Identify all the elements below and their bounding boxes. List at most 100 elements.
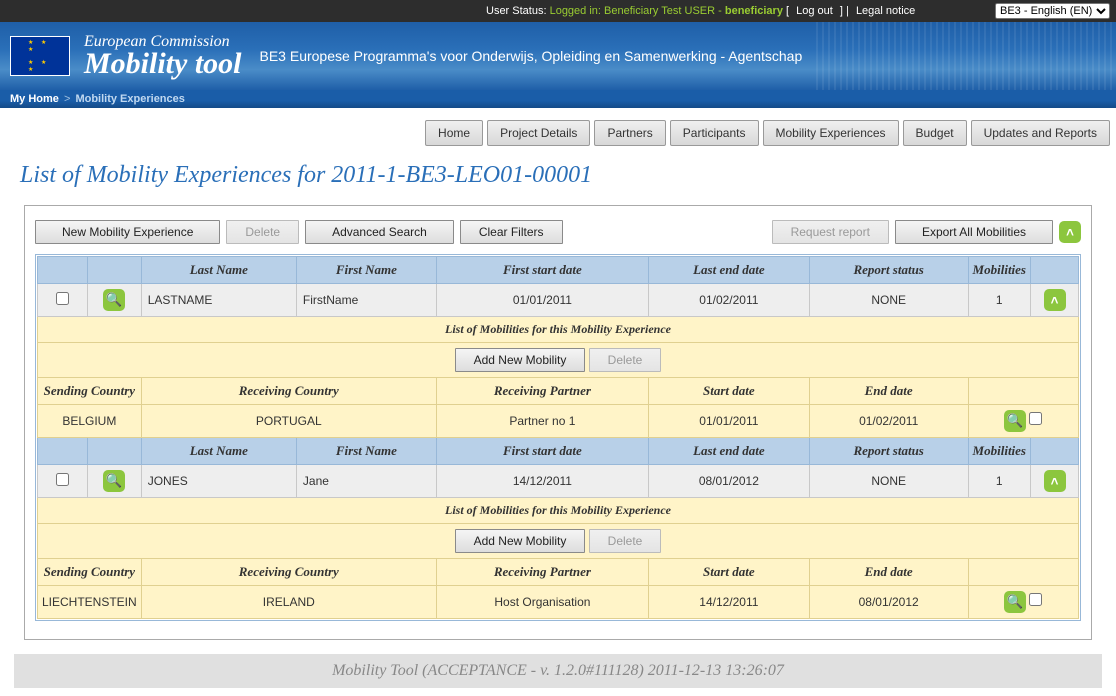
advanced-search-button[interactable]: Advanced Search: [305, 220, 454, 244]
cell-first-name: FirstName: [296, 284, 436, 317]
cell-report-status: NONE: [809, 284, 968, 317]
add-new-mobility-button[interactable]: Add New Mobility: [455, 529, 586, 553]
delete-button[interactable]: Delete: [226, 220, 299, 244]
logout-link[interactable]: Log out: [796, 5, 833, 17]
col-receiving-country: Receiving Country: [141, 378, 436, 405]
breadcrumb-sep: >: [64, 93, 73, 105]
cell-end: 01/02/2011: [809, 405, 968, 438]
view-mobility-icon[interactable]: 🔍: [1004, 591, 1026, 613]
sub-delete-button[interactable]: Delete: [589, 348, 662, 372]
col-first-name: First Name: [296, 438, 436, 465]
view-mobility-icon[interactable]: 🔍: [1004, 410, 1026, 432]
export-all-mobilities-button[interactable]: Export All Mobilities: [895, 220, 1053, 244]
col-receiving-country: Receiving Country: [141, 559, 436, 586]
sub-delete-button[interactable]: Delete: [589, 529, 662, 553]
col-mobilities: Mobilities: [968, 257, 1030, 284]
data-table: Last Name First Name First start date La…: [35, 254, 1081, 621]
collapse-row-icon[interactable]: ˄: [1044, 470, 1066, 492]
sub-header-row: Sending Country Receiving Country Receiv…: [38, 378, 1079, 405]
tab-budget[interactable]: Budget: [903, 120, 967, 146]
cell-last-name: LASTNAME: [141, 284, 296, 317]
cell-first-name: Jane: [296, 465, 436, 498]
cell-partner: Partner no 1: [436, 405, 648, 438]
collapse-all-icon[interactable]: ˄: [1059, 221, 1081, 243]
cell-first-start: 01/01/2011: [436, 284, 648, 317]
view-icon[interactable]: 🔍: [103, 289, 125, 311]
legal-notice-link[interactable]: Legal notice: [856, 5, 915, 17]
col-receiving-partner: Receiving Partner: [436, 559, 648, 586]
cell-first-start: 14/12/2011: [436, 465, 648, 498]
sub-section-title: List of Mobilities for this Mobility Exp…: [38, 498, 1079, 524]
request-report-button[interactable]: Request report: [772, 220, 889, 244]
breadcrumb-current: Mobility Experiences: [75, 93, 184, 105]
cell-sending: BELGIUM: [38, 405, 142, 438]
col-last-end: Last end date: [648, 438, 809, 465]
tab-partners[interactable]: Partners: [594, 120, 665, 146]
tab-project-details[interactable]: Project Details: [487, 120, 590, 146]
col-sending-country: Sending Country: [38, 378, 142, 405]
cell-last-end: 08/01/2012: [648, 465, 809, 498]
col-first-name: First Name: [296, 257, 436, 284]
agency-name: BE3 Europese Programma's voor Onderwijs,…: [260, 48, 803, 64]
table-row: 🔍 LASTNAME FirstName 01/01/2011 01/02/20…: [38, 284, 1079, 317]
add-new-mobility-button[interactable]: Add New Mobility: [455, 348, 586, 372]
status-role: beneficiary: [725, 5, 783, 17]
col-last-name: Last Name: [141, 438, 296, 465]
col-last-end: Last end date: [648, 257, 809, 284]
sub-row-checkbox[interactable]: [1029, 593, 1042, 606]
status-logged-in: Logged in: Beneficiary Test USER -: [550, 5, 725, 17]
nav-tabs: Home Project Details Partners Participan…: [0, 108, 1116, 152]
row-checkbox[interactable]: [56, 292, 69, 305]
cell-report-status: NONE: [809, 465, 968, 498]
table-row: 🔍 JONES Jane 14/12/2011 08/01/2012 NONE …: [38, 465, 1079, 498]
cell-mobilities: 1: [968, 465, 1030, 498]
sub-section-title: List of Mobilities for this Mobility Exp…: [38, 317, 1079, 343]
header-banner: European Commission Mobility tool BE3 Eu…: [0, 22, 1116, 90]
status-prefix: User Status:: [486, 5, 550, 17]
table-header-row: Last Name First Name First start date La…: [38, 438, 1079, 465]
cell-start: 01/01/2011: [648, 405, 809, 438]
view-icon[interactable]: 🔍: [103, 470, 125, 492]
bracket: [: [786, 5, 792, 17]
col-first-start: First start date: [436, 257, 648, 284]
breadcrumb-home[interactable]: My Home: [10, 93, 59, 105]
sub-header-row: Sending Country Receiving Country Receiv…: [38, 559, 1079, 586]
banner-titles: European Commission Mobility tool: [84, 33, 242, 79]
col-mobilities: Mobilities: [968, 438, 1030, 465]
tab-mobility-experiences[interactable]: Mobility Experiences: [763, 120, 899, 146]
tab-home[interactable]: Home: [425, 120, 483, 146]
col-report-status: Report status: [809, 438, 968, 465]
cell-sending: LIECHTENSTEIN: [38, 586, 142, 619]
new-mobility-experience-button[interactable]: New Mobility Experience: [35, 220, 220, 244]
toolbar: New Mobility Experience Delete Advanced …: [35, 220, 1081, 244]
topbar: User Status: Logged in: Beneficiary Test…: [0, 0, 1116, 22]
language-select[interactable]: BE3 - English (EN): [995, 3, 1110, 19]
collapse-row-icon[interactable]: ˄: [1044, 289, 1066, 311]
sub-row-checkbox[interactable]: [1029, 412, 1042, 425]
content-panel: New Mobility Experience Delete Advanced …: [24, 205, 1092, 640]
cell-last-end: 01/02/2011: [648, 284, 809, 317]
tab-updates-reports[interactable]: Updates and Reports: [971, 120, 1110, 146]
cell-start: 14/12/2011: [648, 586, 809, 619]
cell-receiving: PORTUGAL: [141, 405, 436, 438]
cell-last-name: JONES: [141, 465, 296, 498]
cell-end: 08/01/2012: [809, 586, 968, 619]
row-checkbox[interactable]: [56, 473, 69, 486]
tab-participants[interactable]: Participants: [670, 120, 759, 146]
table-header-row: Last Name First Name First start date La…: [38, 257, 1079, 284]
sub-row: BELGIUM PORTUGAL Partner no 1 01/01/2011…: [38, 405, 1079, 438]
col-sending-country: Sending Country: [38, 559, 142, 586]
col-end-date: End date: [809, 559, 968, 586]
clear-filters-button[interactable]: Clear Filters: [460, 220, 563, 244]
col-last-name: Last Name: [141, 257, 296, 284]
col-report-status: Report status: [809, 257, 968, 284]
cell-mobilities: 1: [968, 284, 1030, 317]
col-start-date: Start date: [648, 378, 809, 405]
cell-partner: Host Organisation: [436, 586, 648, 619]
col-receiving-partner: Receiving Partner: [436, 378, 648, 405]
col-first-start: First start date: [436, 438, 648, 465]
page-title: List of Mobility Experiences for 2011-1-…: [20, 162, 1096, 189]
col-start-date: Start date: [648, 559, 809, 586]
breadcrumb: My Home > Mobility Experiences: [0, 90, 1116, 108]
banner-decor: [816, 22, 1116, 90]
